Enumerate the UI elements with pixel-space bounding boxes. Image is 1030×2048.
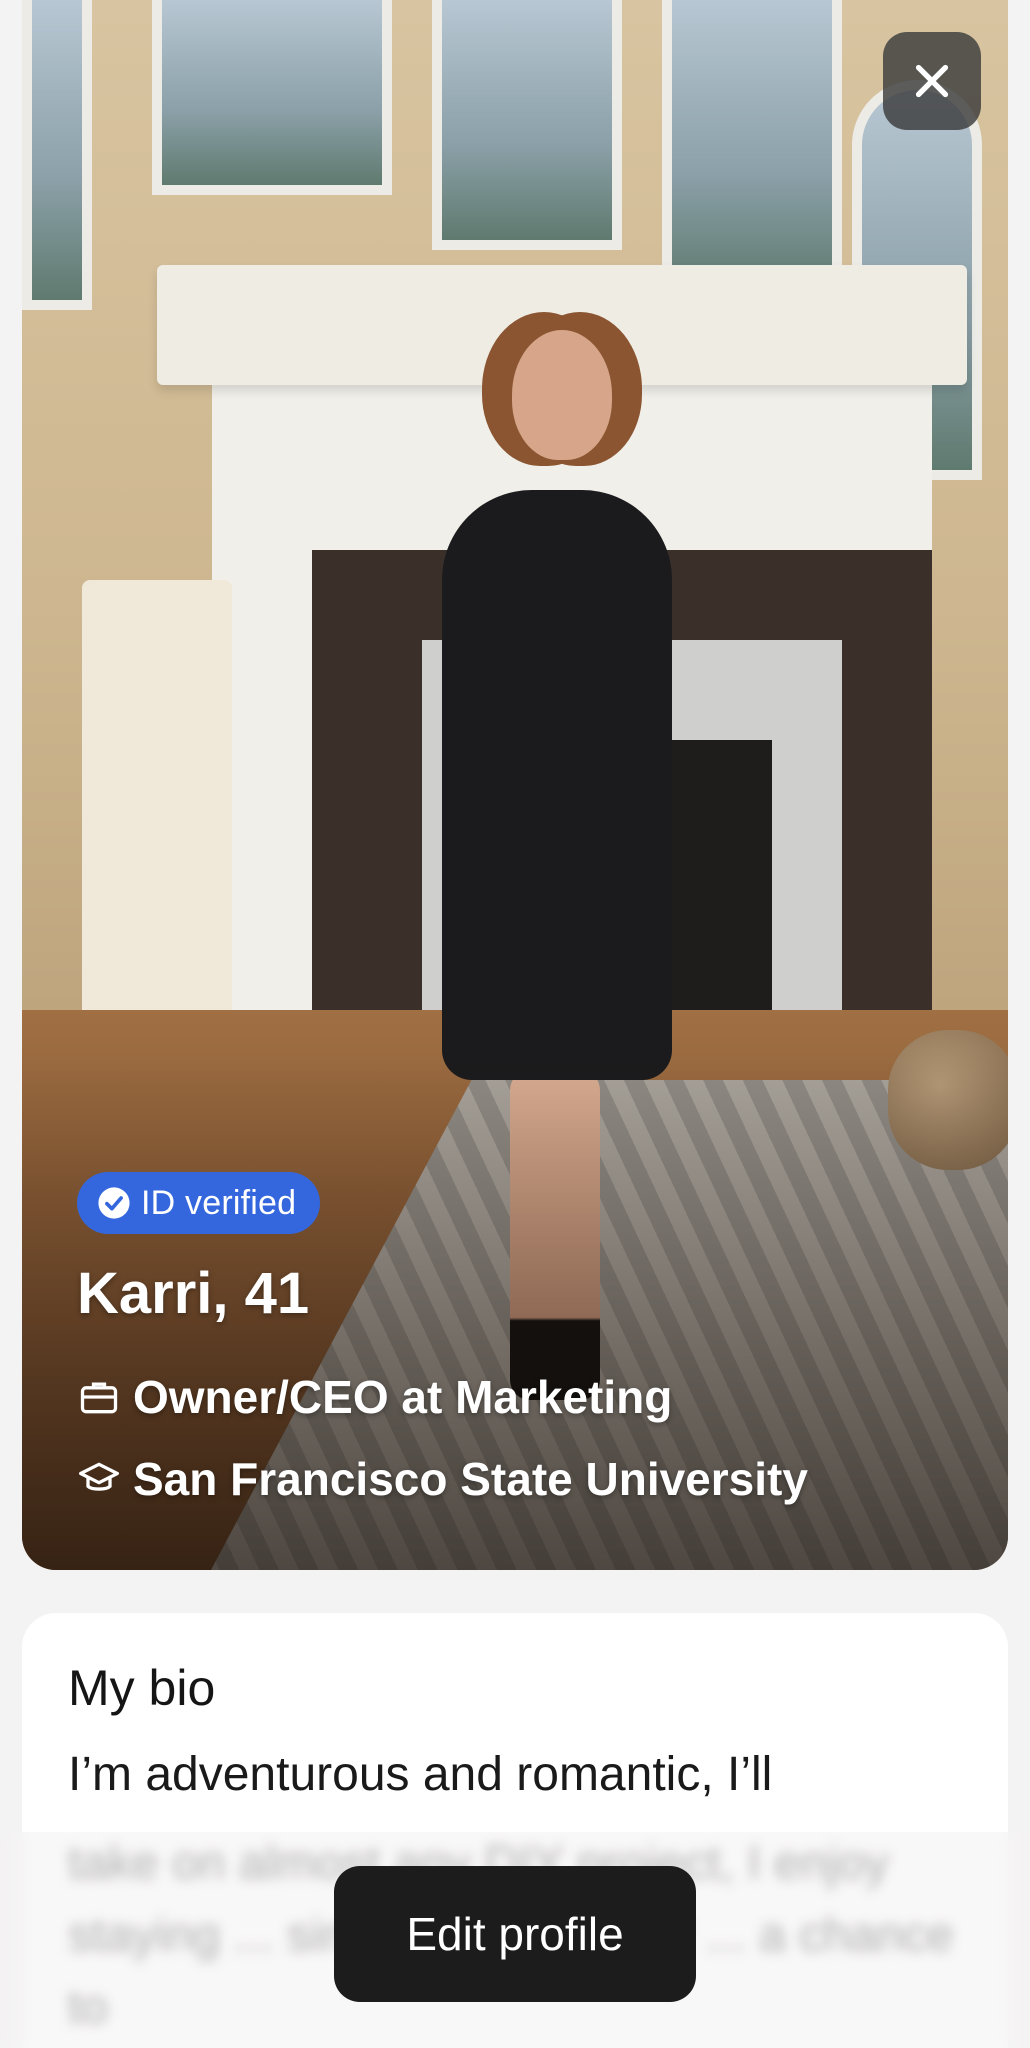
education-info: San Francisco State University xyxy=(77,1452,808,1506)
close-icon xyxy=(915,64,949,98)
school-text: San Francisco State University xyxy=(133,1453,808,1505)
graduation-cap-icon xyxy=(79,1462,119,1491)
profile-name-age: Karri, 41 xyxy=(77,1261,310,1326)
id-verified-badge: ID verified xyxy=(77,1172,321,1234)
close-button[interactable] xyxy=(883,32,981,130)
profile-screen: ID verified Karri, 41 Owner/CEO at Marke… xyxy=(0,0,1030,2048)
verified-label: ID verified xyxy=(141,1183,297,1222)
bio-text: I’m adventurous and romantic, I’ll xyxy=(68,1748,773,1801)
profile-photo[interactable] xyxy=(22,0,1008,1570)
bio-title: My bio xyxy=(68,1660,216,1716)
job-info: Owner/CEO at Marketing xyxy=(77,1370,672,1424)
edit-profile-button[interactable]: Edit profile xyxy=(334,1866,696,2002)
verified-check-icon xyxy=(98,1187,130,1219)
job-text: Owner/CEO at Marketing xyxy=(133,1371,673,1423)
briefcase-icon xyxy=(80,1382,118,1414)
